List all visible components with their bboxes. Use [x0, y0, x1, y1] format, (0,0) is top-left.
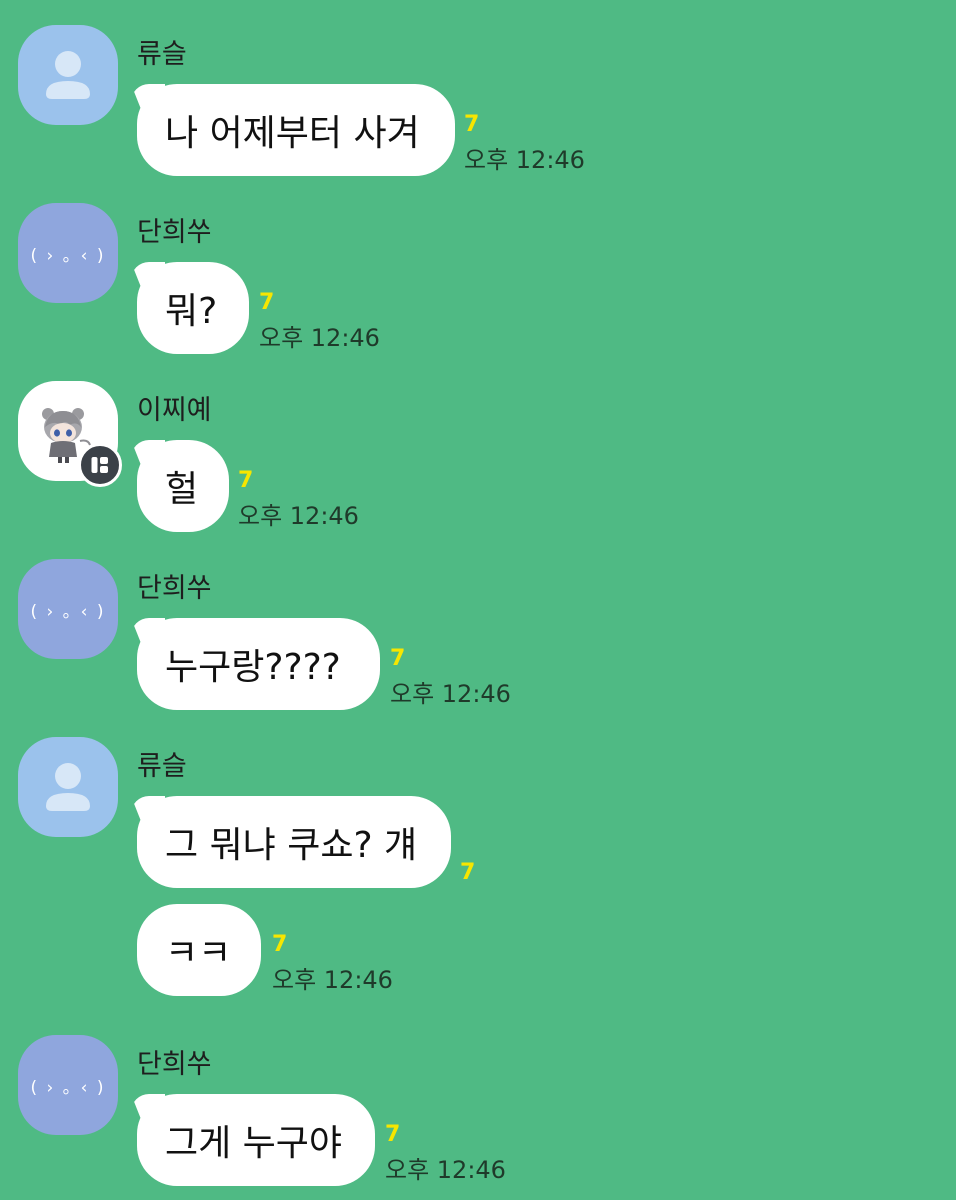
message-time: 오후 12:46: [259, 324, 380, 352]
unread-count: 7: [464, 112, 480, 137]
message-bubble[interactable]: 나 어제부터 사겨: [137, 84, 455, 176]
message-text: 그 뭐냐 쿠쇼? 걔: [165, 825, 418, 866]
unread-count: 7: [272, 932, 288, 957]
message-time: 오후 12:46: [238, 502, 359, 530]
message-time: 오후 12:46: [272, 966, 393, 994]
default-person-icon: [46, 763, 90, 811]
emoticon-face: ( › ｡ ‹ ): [30, 245, 106, 266]
profile-avatar[interactable]: [18, 381, 122, 487]
profile-avatar[interactable]: [18, 737, 118, 837]
sender-name: 단희쑤: [137, 573, 212, 604]
profile-avatar[interactable]: ( › ｡ ‹ ): [18, 203, 118, 303]
sender-name: 류슬: [137, 751, 187, 782]
message-text: 나 어제부터 사겨: [165, 113, 420, 154]
sender-name: 단희쑤: [137, 1049, 212, 1080]
profile-avatar[interactable]: [18, 25, 118, 125]
message-time: 오후 12:46: [464, 146, 585, 174]
emoticon-face: ( › ｡ ‹ ): [30, 1077, 106, 1098]
default-person-icon: [46, 51, 90, 99]
sender-name: 단희쑤: [137, 217, 212, 248]
profile-avatar[interactable]: ( › ｡ ‹ ): [18, 559, 118, 659]
message-bubble[interactable]: 그게 누구야: [137, 1094, 375, 1186]
profile-avatar[interactable]: ( › ｡ ‹ ): [18, 1035, 118, 1135]
message-bubble[interactable]: ㅋㅋ: [137, 904, 261, 996]
emoticon-face: ( › ｡ ‹ ): [30, 601, 106, 622]
message-bubble[interactable]: 누구랑????: [137, 618, 380, 710]
kakao-profile-badge-icon: [78, 443, 122, 487]
sender-name: 류슬: [137, 39, 187, 70]
message-text: 누구랑????: [165, 647, 341, 688]
unread-count: 7: [385, 1122, 401, 1147]
message-text: 뭐?: [165, 291, 218, 332]
unread-count: 7: [259, 290, 275, 315]
message-bubble[interactable]: 헐: [137, 440, 229, 532]
sender-name: 이찌예: [137, 395, 212, 426]
message-text: 헐: [165, 469, 199, 510]
message-bubble[interactable]: 그 뭐냐 쿠쇼? 걔: [137, 796, 451, 888]
unread-count: 7: [460, 860, 476, 885]
unread-count: 7: [238, 468, 254, 493]
message-text: 그게 누구야: [165, 1123, 343, 1164]
message-time: 오후 12:46: [385, 1156, 506, 1184]
message-bubble[interactable]: 뭐?: [137, 262, 249, 354]
message-time: 오후 12:46: [390, 680, 511, 708]
message-text: ㅋㅋ: [165, 933, 232, 974]
unread-count: 7: [390, 646, 406, 671]
